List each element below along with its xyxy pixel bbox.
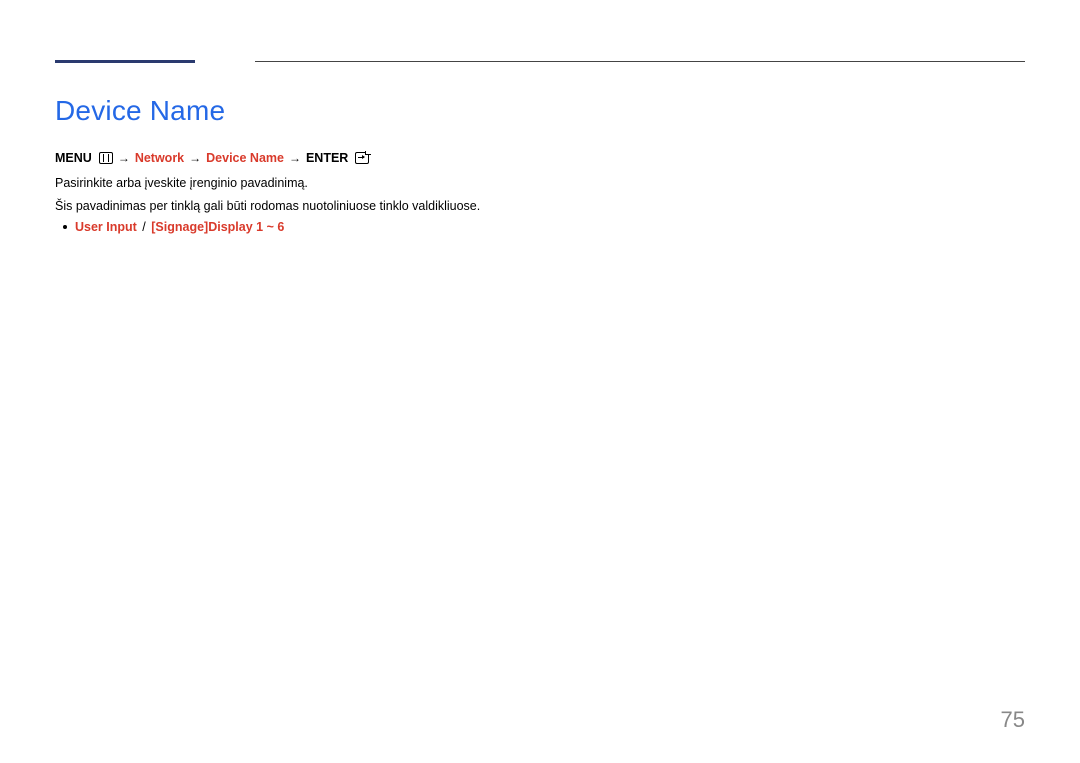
nav-menu-label: MENU (55, 151, 92, 165)
page-number: 75 (1001, 707, 1025, 733)
bullet-dot-icon (63, 225, 67, 229)
body-line-1: Pasirinkite arba įveskite įrenginio pava… (55, 173, 1025, 194)
arrow-icon: → (189, 151, 201, 165)
option-signage: [Signage]Display 1 ~ 6 (151, 220, 284, 234)
body-line-2: Šis pavadinimas per tinklą gali būti rod… (55, 196, 1025, 217)
nav-enter-label: ENTER (306, 151, 348, 165)
option-user-input: User Input (75, 220, 137, 234)
nav-device-name: Device Name (206, 151, 284, 165)
options-bullet: User Input / [Signage]Display 1 ~ 6 (55, 220, 1025, 234)
header-rules (55, 60, 1025, 63)
long-rule (255, 61, 1025, 62)
section-title: Device Name (55, 95, 1025, 127)
navigation-path: MENU → Network → Device Name → ENTER (55, 151, 1025, 165)
short-rule (55, 60, 195, 63)
options-text: User Input / [Signage]Display 1 ~ 6 (75, 220, 284, 234)
menu-icon (99, 152, 113, 164)
nav-network: Network (135, 151, 184, 165)
arrow-icon: → (289, 151, 301, 165)
option-separator: / (142, 220, 145, 234)
enter-icon (355, 152, 369, 164)
arrow-icon: → (118, 151, 130, 165)
